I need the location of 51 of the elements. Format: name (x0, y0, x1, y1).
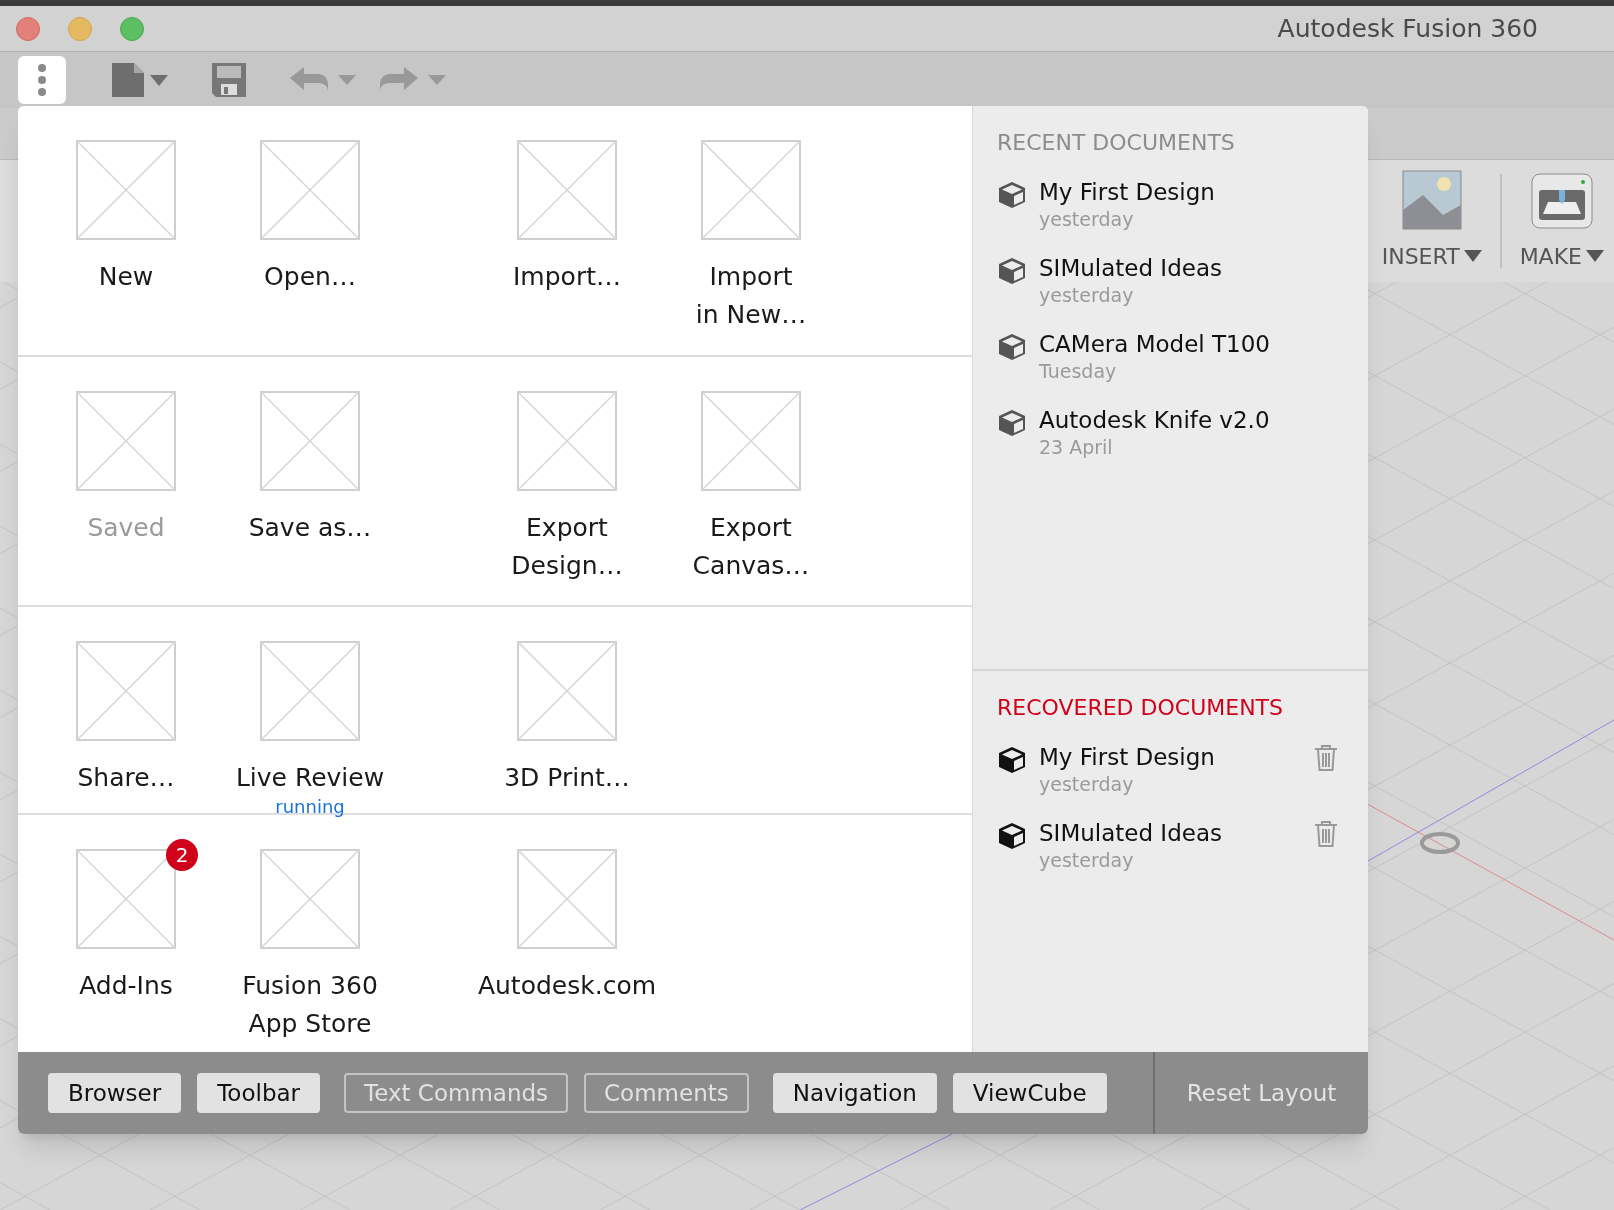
document-link[interactable]: SIMulated Ideas yesterday (1039, 818, 1222, 872)
zoom-button[interactable] (120, 16, 144, 41)
minimize-button[interactable] (68, 16, 92, 41)
document-link[interactable]: CAMera Model T100 Tuesday (1039, 329, 1270, 383)
cube-icon (997, 821, 1027, 851)
more-icon (37, 63, 47, 97)
placeholder-image-icon (517, 391, 617, 491)
cube-icon (997, 408, 1027, 438)
section-heading: RECOVERED DOCUMENTS (997, 694, 1284, 722)
save-icon[interactable] (212, 63, 246, 97)
document-link[interactable]: My First Design yesterday (1039, 742, 1215, 796)
trash-icon[interactable] (1314, 744, 1338, 772)
menu-button[interactable] (18, 56, 66, 104)
placeholder-image-icon (260, 391, 360, 491)
placeholder-image-icon (76, 140, 176, 240)
section-heading: RECENT DOCUMENTS (997, 129, 1236, 157)
placeholder-image-icon (260, 641, 360, 741)
placeholder-image-icon (517, 641, 617, 741)
caret-icon (1463, 250, 1482, 262)
placeholder-image-icon (260, 849, 360, 949)
image-icon (1401, 169, 1462, 230)
menu-tile[interactable]: Autodesk.com (472, 835, 662, 1005)
ribbon-menu-button[interactable]: MAKE (1519, 239, 1604, 273)
cube-icon (997, 332, 1027, 362)
document-link[interactable]: Autodesk Knife v2.0 23 April (1039, 405, 1270, 459)
cube-icon (997, 180, 1027, 210)
placeholder-image-icon (517, 140, 617, 240)
file-icon[interactable] (110, 63, 170, 97)
placeholder-image-icon (701, 391, 801, 491)
document-link[interactable]: SIMulated Ideas yesterday (1039, 253, 1222, 307)
placeholder-image-icon (76, 391, 176, 491)
notification-badge: 2 (166, 839, 198, 871)
placeholder-image-icon (76, 641, 176, 741)
ribbon-menu-button[interactable]: INSERT (1381, 239, 1482, 273)
menu-tile[interactable]: 3D Print… (472, 627, 662, 797)
placeholder-image-icon (260, 140, 360, 240)
placeholder-image-icon (701, 140, 801, 240)
layout-toggle[interactable]: Toolbar (197, 1073, 321, 1113)
window-title: Autodesk Fusion 360 (1277, 12, 1538, 45)
close-button[interactable] (16, 16, 40, 41)
cube-icon (997, 256, 1027, 286)
placeholder-image-icon (76, 849, 176, 949)
placeholder-image-icon (517, 849, 617, 949)
trash-icon[interactable] (1314, 820, 1338, 848)
layout-toggle[interactable]: Browser (48, 1073, 182, 1113)
status-label: running (275, 797, 345, 817)
layout-toggle[interactable]: ViewCube (952, 1073, 1107, 1113)
document-link[interactable]: My First Design yesterday (1039, 177, 1215, 231)
layout-toggle[interactable]: Navigation (772, 1073, 937, 1113)
caret-icon (1586, 250, 1604, 262)
cube-icon (997, 745, 1027, 775)
